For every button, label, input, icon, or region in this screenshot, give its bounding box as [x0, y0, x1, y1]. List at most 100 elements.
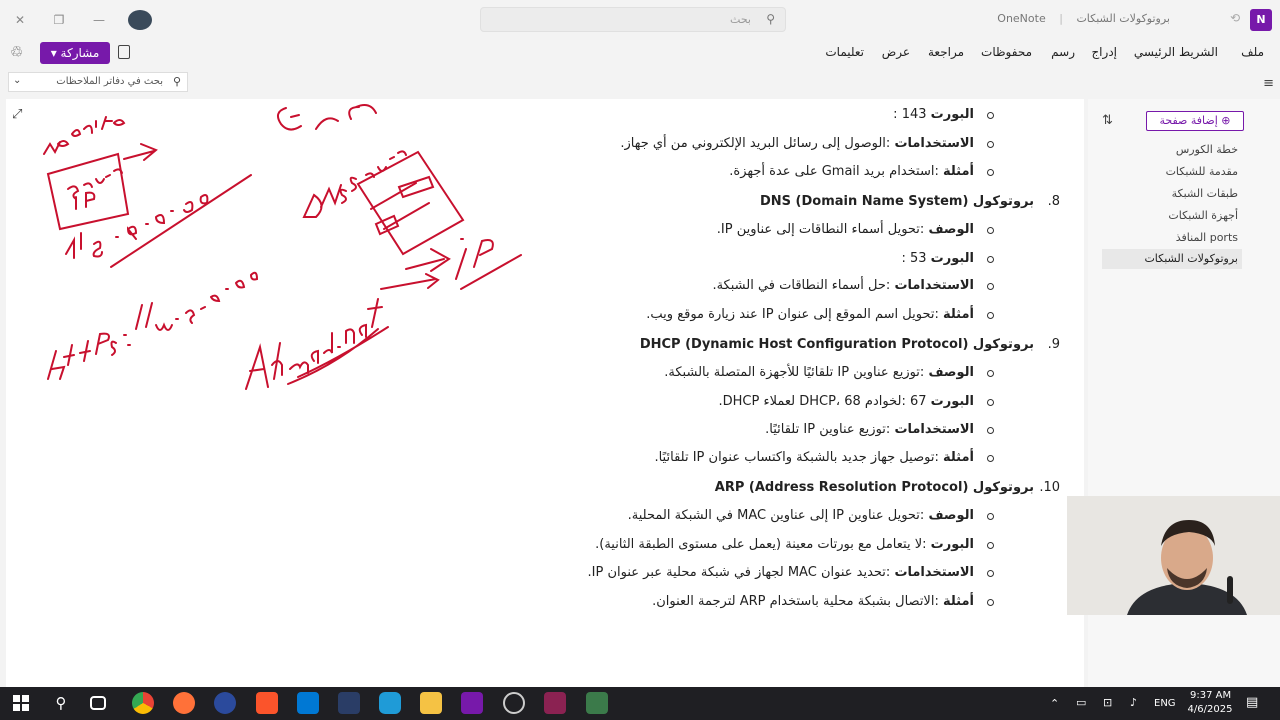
menu-review[interactable]: مراجعة [928, 45, 964, 59]
menu-hamburger-icon[interactable]: ≡ [1263, 76, 1274, 91]
close-icon[interactable]: ✕ [10, 10, 30, 30]
page-item-network-devices[interactable]: أجهزة الشبكات [1168, 209, 1238, 222]
heading-text: بروتوكول DNS (Domain Name System) [759, 194, 1034, 209]
clock-time[interactable]: 9:37 AM [1190, 690, 1231, 701]
list-item[interactable]: أمثلة :الاتصال بشبكة محلية باستخدام ARP … [580, 591, 1060, 613]
obs-icon[interactable] [503, 692, 525, 714]
page-item-network-layers[interactable]: طبقات الشبكة [1172, 187, 1238, 200]
list-item-label: البورت [930, 537, 974, 552]
battery-icon[interactable]: ▭ [1076, 696, 1086, 709]
list-item-label: البورت [930, 107, 974, 122]
windows-start-icon[interactable] [10, 692, 32, 714]
list-item-label: الوصف [928, 222, 974, 237]
app-icon-2[interactable] [379, 692, 401, 714]
forward-icon[interactable]: ⟲ [1230, 11, 1240, 25]
list-item-label: أمثلة [942, 307, 974, 322]
menu-help[interactable]: تعليمات [825, 45, 864, 59]
language-indicator[interactable]: ENG [1154, 698, 1176, 709]
list-item-text: الاستخدامات :توزيع عناوين IP تلقائيًا. [765, 419, 974, 441]
list-item-value: :الاتصال بشبكة محلية باستخدام ARP لترجمة… [652, 594, 939, 609]
volume-icon[interactable]: ♪ [1130, 696, 1137, 709]
list-item[interactable]: البورت 143 : [580, 104, 1060, 126]
list-number: 9. [1047, 337, 1060, 352]
chevron-up-icon[interactable]: ⌃ [1050, 697, 1059, 710]
add-page-button[interactable]: ⊕ إضافة صفحة [1146, 111, 1244, 131]
list-item[interactable]: أمثلة :تحويل اسم الموقع إلى عنوان IP عند… [580, 304, 1060, 326]
winrar-icon[interactable] [544, 692, 566, 714]
list-item[interactable]: الاستخدامات :توزيع عناوين IP تلقائيًا. [580, 419, 1060, 441]
list-item-value: :تحديد عنوان MAC لجهاز في شبكة محلية عبر… [587, 565, 891, 580]
minimize-icon[interactable]: — [89, 10, 109, 30]
ink-arrow-1 [123, 143, 158, 161]
windows-taskbar: ⚲ ⌃ ▭ ⊡ ♪ ENG 9:37 AM 4/6/2025 ▤ [0, 687, 1280, 720]
list-item-label: الاستخدامات [894, 422, 974, 437]
network-icon[interactable]: ⊡ [1103, 696, 1112, 709]
file-explorer-icon[interactable] [420, 692, 442, 714]
page-item-intro-networks[interactable]: مقدمة للشبكات [1166, 165, 1238, 178]
menu-history[interactable]: محفوظات [981, 45, 1032, 59]
notebook-search-input[interactable]: ⌄ بحث في دفاتر الملاحظات ⚲ [8, 72, 188, 92]
menu-view[interactable]: عرض [882, 45, 910, 59]
list-item[interactable]: الوصف :توزيع عناوين IP تلقائيًا للأجهزة … [580, 362, 1060, 384]
list-item[interactable]: البورت :لا يتعامل مع بورتات معينة (يعمل … [580, 534, 1060, 556]
add-page-icon: ⊕ [1221, 114, 1231, 127]
notebook-icon[interactable] [118, 45, 130, 59]
ink-ip-text [75, 191, 96, 210]
firefox-icon[interactable] [173, 692, 195, 714]
ink-ejc [276, 104, 377, 131]
bullet-icon [987, 599, 994, 606]
bullet-icon [987, 312, 994, 319]
restore-icon[interactable]: ❐ [49, 10, 69, 30]
onenote-taskbar-icon[interactable] [461, 692, 483, 714]
notebook-title: بروتوكولات الشبكات [1076, 12, 1170, 25]
sort-icon[interactable]: ⇅ [1102, 113, 1113, 128]
list-number: 8. [1047, 194, 1060, 209]
menu-home[interactable]: الشريط الرئيسي [1134, 45, 1218, 59]
list-item-label: أمثلة [942, 450, 974, 465]
clock-date[interactable]: 4/6/2025 [1186, 704, 1234, 715]
list-item[interactable]: البورت 67 :لخوادم DHCP، 68 لعملاء DHCP. [580, 391, 1060, 413]
ink-arrow-2 [405, 248, 451, 272]
list-item-text: الاستخدامات :تحديد عنوان MAC لجهاز في شب… [588, 562, 974, 584]
protocol-heading[interactable]: 10. بروتوكول ARP (Address Resolution Prot… [580, 477, 1060, 499]
ink-underline-1 [110, 174, 252, 268]
list-item[interactable]: الوصف :تحويل عناوين IP إلى عناوين MAC في… [580, 505, 1060, 527]
list-item-value: :استخدام بريد Gmail على عدة أجهزة. [729, 164, 939, 179]
page-item-protocols[interactable]: بروتوكولات الشبكات [1102, 249, 1242, 269]
list-item[interactable]: أمثلة :استخدام بريد Gmail على عدة أجهزة. [580, 161, 1060, 183]
feedback-icon[interactable]: ♲ [10, 43, 23, 61]
page-item-course-plan[interactable]: خطة الكورس [1176, 143, 1238, 156]
menu-file[interactable]: ملف [1241, 45, 1264, 59]
list-item[interactable]: البورت 53 : [580, 248, 1060, 270]
menu-insert[interactable]: إدراج [1091, 45, 1117, 59]
list-item[interactable]: أمثلة :توصيل جهاز جديد بالشبكة واكتساب ع… [580, 447, 1060, 469]
menu-draw[interactable]: رسم [1051, 45, 1075, 59]
share-button[interactable]: مشاركة ▾ [40, 42, 110, 64]
brave-icon[interactable] [256, 692, 278, 714]
chrome-icon[interactable] [132, 692, 154, 714]
avatar[interactable] [128, 10, 152, 30]
list-item[interactable]: الاستخدامات :تحديد عنوان MAC لجهاز في شب… [580, 562, 1060, 584]
list-item-value: 67 :لخوادم DHCP، 68 لعملاء DHCP. [718, 394, 927, 409]
list-item-label: أمثلة [942, 594, 974, 609]
page-item-ports[interactable]: ports المنافذ [1176, 231, 1238, 244]
search-bar[interactable]: بحث ⚲ [480, 7, 786, 32]
search-icon[interactable]: ⚲ [50, 692, 72, 714]
vscode-icon[interactable] [297, 692, 319, 714]
app-icon-3[interactable] [586, 692, 608, 714]
list-item[interactable]: الوصف :تحويل أسماء النطاقات إلى عناوين I… [580, 219, 1060, 241]
powershell-icon[interactable] [338, 692, 360, 714]
list-item-value: :توزيع عناوين IP تلقائيًا. [765, 422, 891, 437]
list-item[interactable]: الاستخدامات :حل أسماء النطاقات في الشبكة… [580, 275, 1060, 297]
list-item[interactable]: الاستخدامات :الوصول إلى رسائل البريد الإ… [580, 133, 1060, 155]
search-icon: ⚲ [766, 12, 775, 26]
chevron-down-icon[interactable]: ⌄ [13, 75, 21, 86]
heading-text: بروتوكول DHCP (Dynamic Host Configuratio… [639, 337, 1034, 352]
protocol-heading[interactable]: 9. بروتوكول DHCP (Dynamic Host Configurat… [580, 334, 1060, 356]
task-view-icon[interactable] [90, 696, 106, 710]
bullet-icon [987, 227, 994, 234]
protocol-heading[interactable]: 8. بروتوكول DNS (Domain Name System) [580, 191, 1060, 213]
notification-icon[interactable]: ▤ [1246, 695, 1258, 710]
list-item-value: 53 : [901, 251, 927, 266]
app-icon[interactable] [214, 692, 236, 714]
